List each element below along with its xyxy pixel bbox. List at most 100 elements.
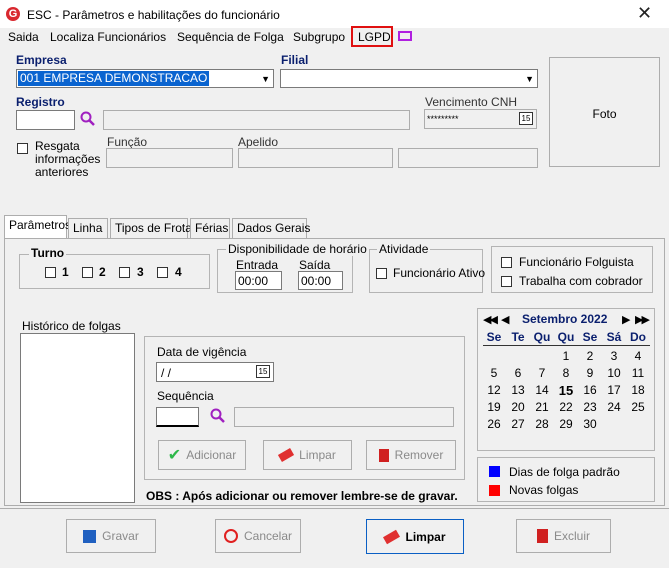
empresa-label: Empresa [16,53,67,67]
limpar-hist-button[interactable]: Limpar [263,440,352,470]
vigencia-value: / / [161,366,172,380]
registro-name-field [103,110,410,130]
calendar-day[interactable]: 15 [554,383,578,398]
calendar-day[interactable]: 20 [506,400,530,414]
excluir-label: Excluir [553,529,590,543]
search-icon[interactable] [210,408,226,424]
remover-label: Remover [394,448,444,462]
calendar-day[interactable]: 5 [482,366,506,380]
calendar-day[interactable]: 21 [530,400,554,414]
photo-box[interactable]: Foto [549,57,660,167]
tab-ferias[interactable]: Férias [190,218,230,238]
calendar-day[interactable]: 18 [626,383,650,397]
calendar-day[interactable]: 29 [554,417,578,431]
calendar-day[interactable]: 23 [578,400,602,414]
calendar-weekday: Qu [557,330,575,344]
calendar-day[interactable]: 26 [482,417,506,431]
menu-sequencia-de-folga[interactable]: Sequência de Folga [177,30,284,44]
turno-2-checkbox[interactable] [82,267,93,278]
calendar-month-title: Setembro 2022 [522,312,608,326]
calendar-day[interactable]: 11 [626,366,650,380]
disponibilidade-title: Disponibilidade de horário [226,242,369,256]
excluir-button[interactable]: Excluir [516,519,611,553]
calendar-day[interactable]: 22 [554,400,578,414]
prev-month-icon[interactable]: ◀ [501,313,509,326]
funcionario-ativo-checkbox[interactable] [376,268,387,279]
legend-label-novas: Novas folgas [509,483,579,497]
turno-4-checkbox[interactable] [157,267,168,278]
calendar-day[interactable]: 19 [482,400,506,414]
cancel-icon [223,529,238,543]
calendar-day[interactable]: 16 [578,383,602,397]
calendar-weekday: Se [582,330,598,344]
obs-note: OBS : Após adicionar ou remover lembre-s… [146,489,458,503]
empresa-select[interactable]: 001 EMPRESA DEMONSTRACAO ▼ [16,69,274,88]
search-icon[interactable] [80,111,96,127]
resgata-checkbox[interactable] [17,143,28,154]
next-month-icon[interactable]: ▶ [622,313,630,326]
tab-linha[interactable]: Linha [68,218,108,238]
menu-subgrupo[interactable]: Subgrupo [293,30,345,44]
calendar-day[interactable]: 28 [530,417,554,431]
chevron-down-icon: ▼ [261,74,270,84]
trash-icon [378,448,389,462]
calendar-day[interactable]: 9 [578,366,602,380]
historico-label: Histórico de folgas [22,319,121,333]
calendar-day[interactable]: 27 [506,417,530,431]
turno-2-label: 2 [99,265,106,279]
calendar-icon[interactable]: 15 [519,112,533,125]
monitor-icon[interactable] [398,31,412,41]
remover-button[interactable]: Remover [366,440,456,470]
calendar-day[interactable]: 13 [506,383,530,397]
saida-input[interactable]: 00:00 [298,271,343,290]
tab-dados-gerais[interactable]: Dados Gerais [232,218,310,238]
calendar-day[interactable]: 10 [602,366,626,380]
sequencia-label: Sequência [157,389,214,403]
calendar-day[interactable]: 25 [626,400,650,414]
gravar-button[interactable]: Gravar [66,519,156,553]
limpar-hist-label: Limpar [299,448,336,462]
menu-saida[interactable]: Saida [8,30,39,44]
calendar-day[interactable]: 8 [554,366,578,380]
cancelar-label: Cancelar [243,529,293,543]
tab-tipos-de-frota[interactable]: Tipos de Frota [110,218,192,238]
close-icon[interactable]: ✕ [637,3,652,24]
funcao-field [106,148,233,168]
tab-parametros[interactable]: Parâmetros [4,215,71,239]
calendar-day[interactable]: 1 [554,349,578,363]
calendar-weekday: Te [511,330,525,344]
limpar-label: Limpar [405,529,446,544]
apelido-field [238,148,393,168]
calendar-day[interactable]: 14 [530,383,554,397]
turno-3-checkbox[interactable] [119,267,130,278]
calendar-day[interactable]: 4 [626,349,650,363]
next-year-icon[interactable]: ▶▶ [635,313,650,326]
folguista-checkbox[interactable] [501,257,512,268]
adicionar-button[interactable]: ✔ Adicionar [158,440,246,470]
calendar-day[interactable]: 3 [602,349,626,363]
cobrador-checkbox[interactable] [501,276,512,287]
sequencia-input[interactable] [156,407,199,427]
calendar-day[interactable]: 7 [530,366,554,380]
historico-list[interactable] [20,333,135,503]
save-icon [83,529,97,543]
window-title: ESC - Parâmetros e habilitações do funci… [27,8,280,22]
filial-select[interactable]: ▼ [280,69,538,88]
entrada-input[interactable]: 00:00 [235,271,282,290]
menu-lgpd[interactable]: LGPD [358,30,391,44]
calendar-day[interactable]: 12 [482,383,506,397]
turno-4-label: 4 [175,265,182,279]
calendar-day[interactable]: 24 [602,400,626,414]
calendar-day[interactable]: 2 [578,349,602,363]
cancelar-button[interactable]: Cancelar [215,519,301,553]
prev-year-icon[interactable]: ◀◀ [483,313,498,326]
registro-input[interactable] [16,110,75,130]
menu-localiza-funcionarios[interactable]: Localiza Funcionários [50,30,166,44]
calendar-icon[interactable]: 15 [256,365,270,378]
calendar-day[interactable]: 6 [506,366,530,380]
calendar-day[interactable]: 30 [578,417,602,431]
entrada-value: 00:00 [238,274,269,288]
turno-1-checkbox[interactable] [45,267,56,278]
calendar-day[interactable]: 17 [602,383,626,397]
limpar-button[interactable]: Limpar [366,519,464,554]
